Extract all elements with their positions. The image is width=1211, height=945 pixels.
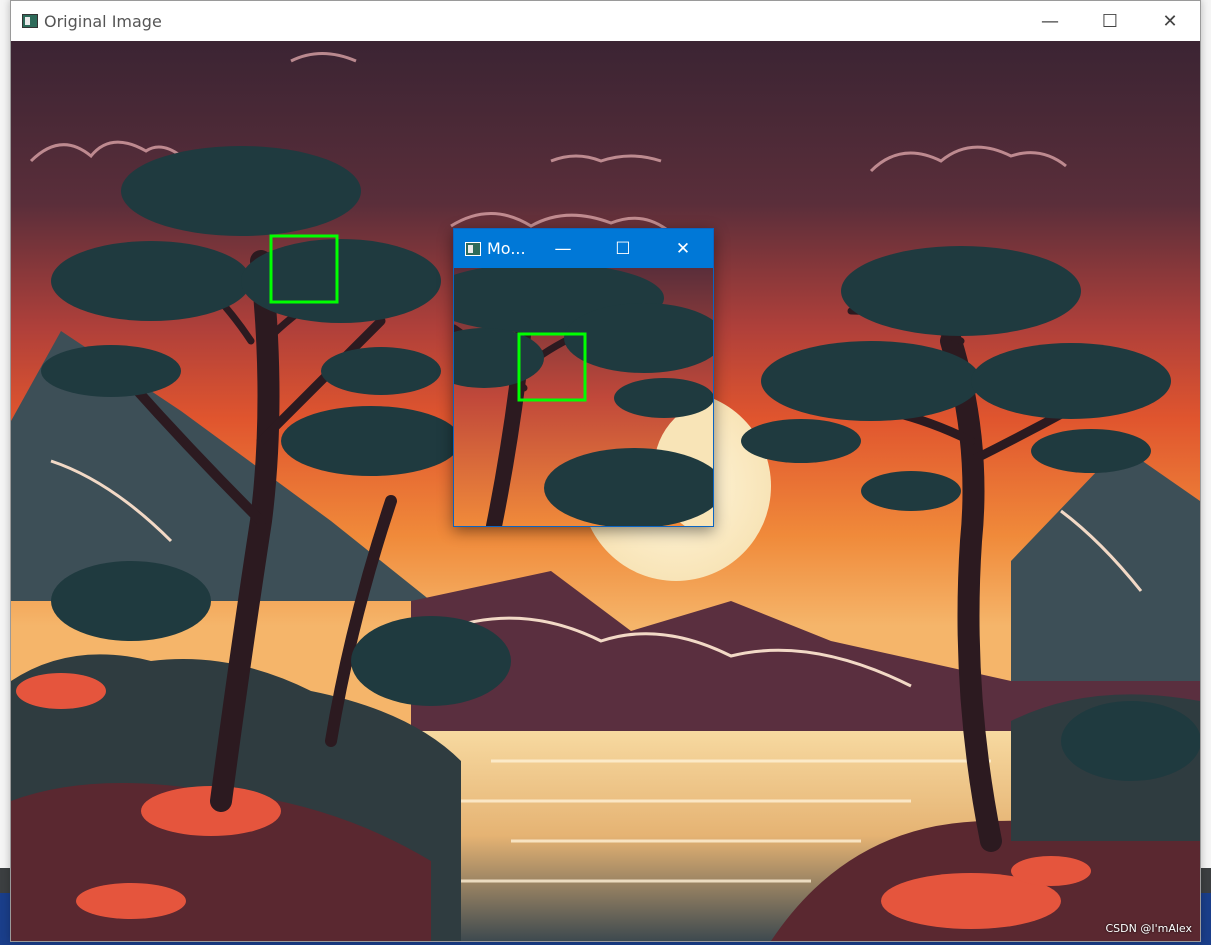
window-controls: — ☐ ✕ (1020, 1, 1200, 41)
window-app-icon (22, 14, 38, 28)
minimize-icon[interactable]: — (1020, 1, 1080, 41)
zoom-view[interactable] (454, 268, 713, 526)
mouse-window-title: Mo... (487, 239, 526, 258)
mouse-minimize-icon[interactable]: — (533, 229, 593, 268)
mouse-maximize-icon[interactable]: ☐ (593, 229, 653, 268)
window-title: Original Image (44, 12, 162, 31)
mouse-window-controls: — ☐ ✕ (533, 229, 713, 268)
watermark-text: CSDN @I'mAlex (1105, 922, 1192, 935)
close-icon[interactable]: ✕ (1140, 1, 1200, 41)
zoomed-image (454, 268, 713, 526)
mouse-window[interactable]: Mo... — ☐ ✕ (453, 228, 714, 527)
mouse-close-icon[interactable]: ✕ (653, 229, 713, 268)
title-bar[interactable]: Original Image — ☐ ✕ (11, 1, 1200, 41)
mouse-window-title-bar[interactable]: Mo... — ☐ ✕ (454, 229, 713, 268)
maximize-icon[interactable]: ☐ (1080, 1, 1140, 41)
mouse-window-app-icon (465, 242, 481, 256)
